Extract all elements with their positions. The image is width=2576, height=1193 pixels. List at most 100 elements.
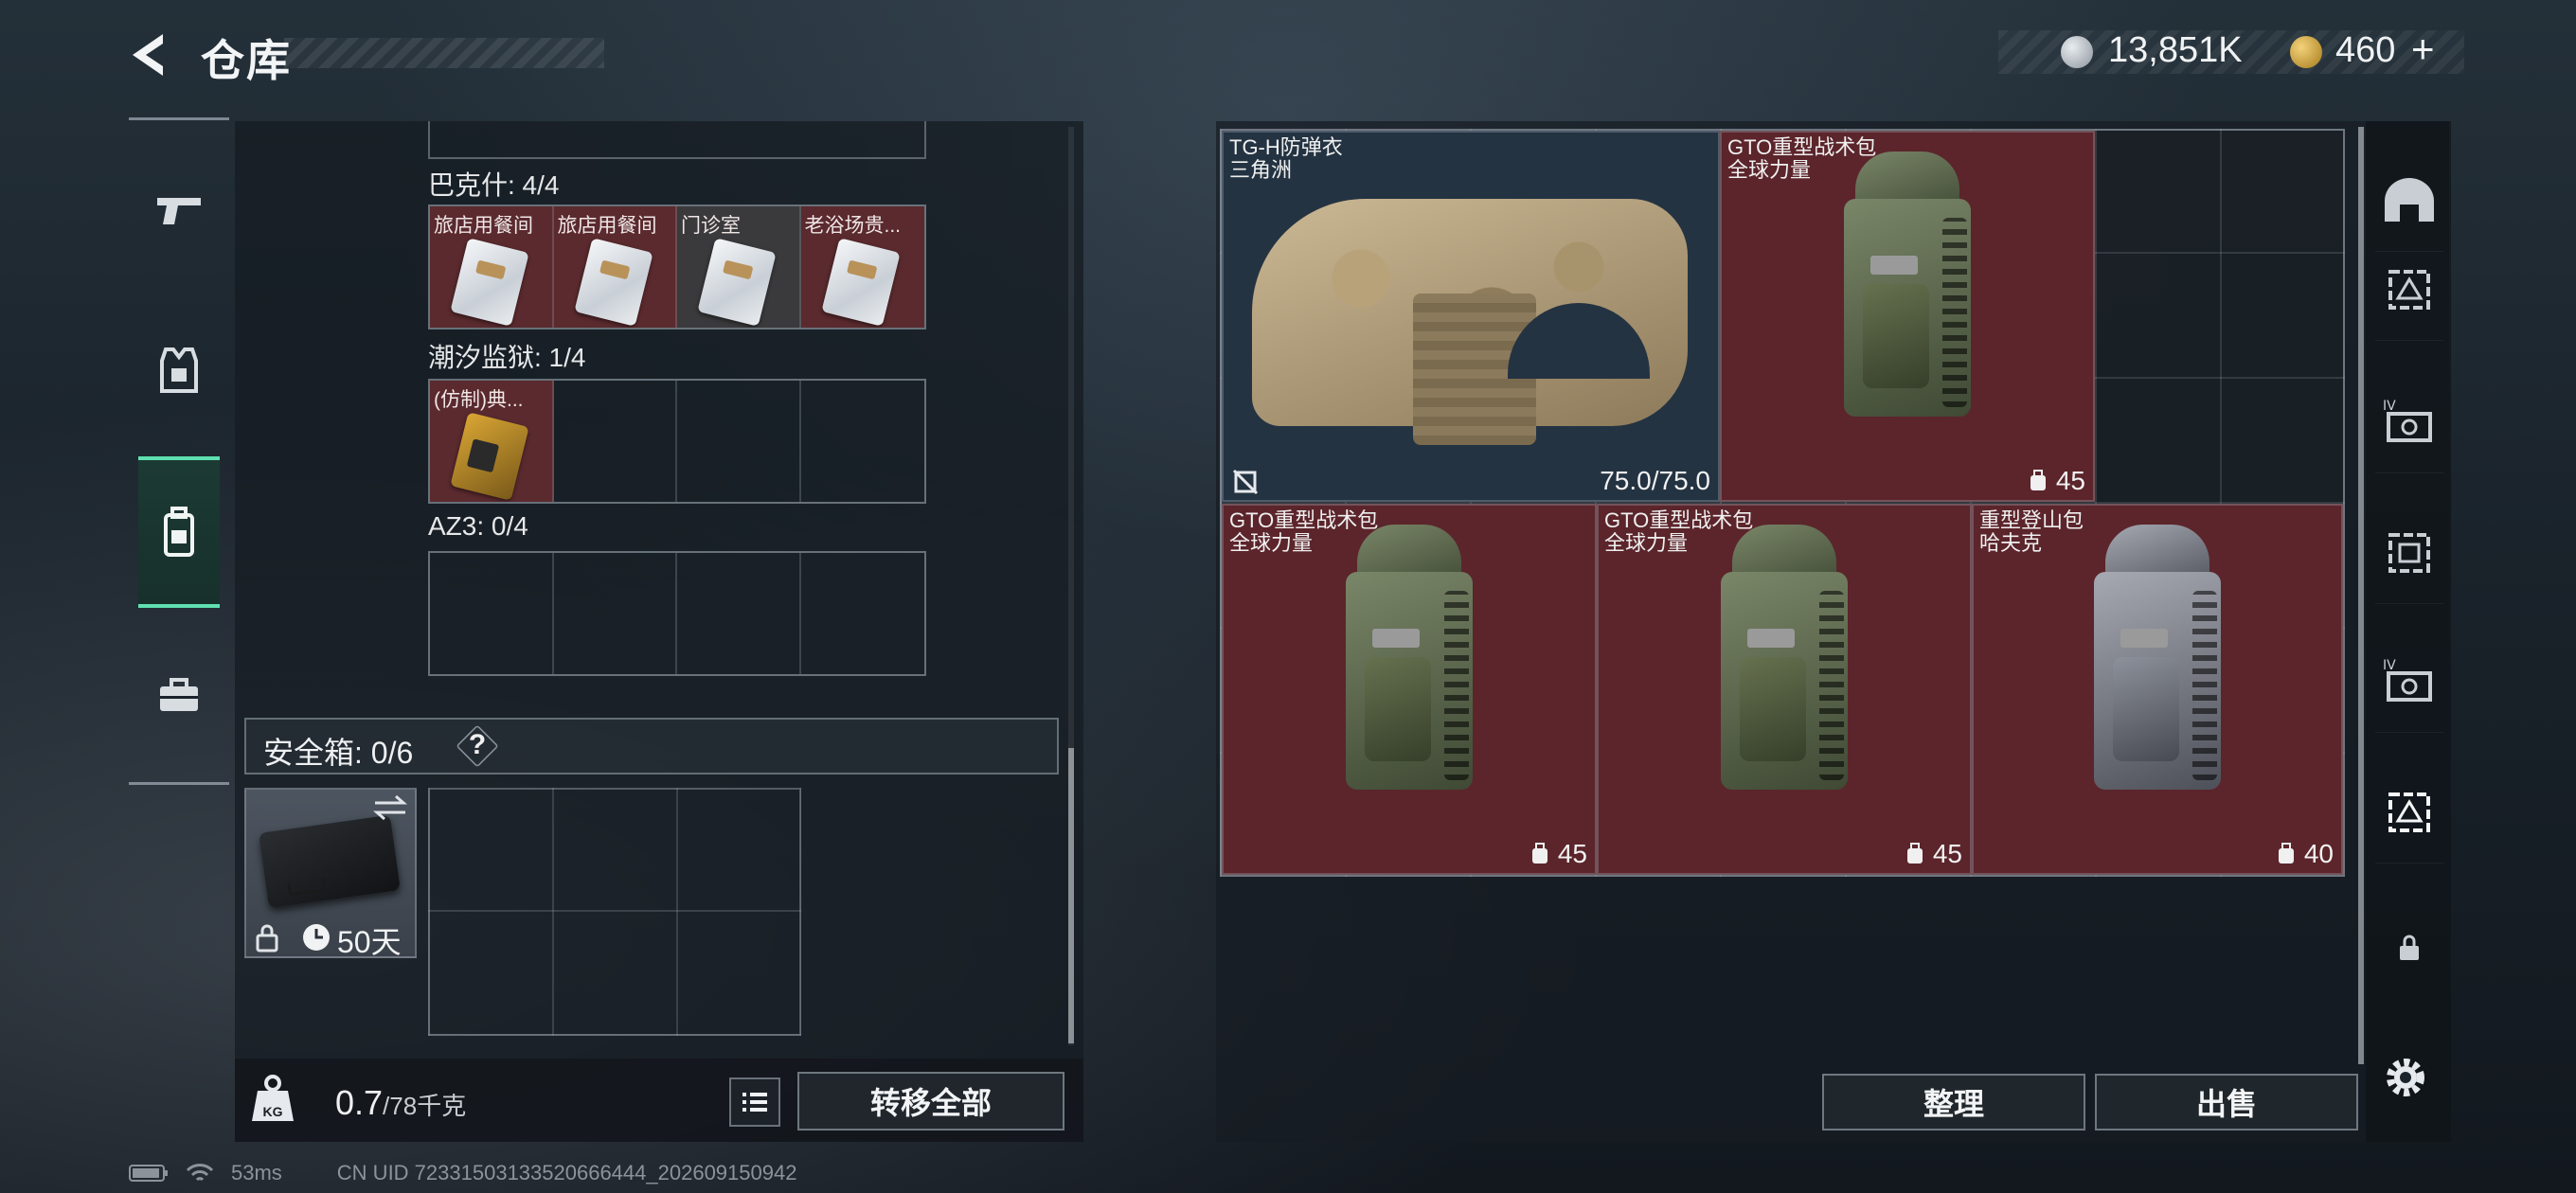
backpack-image <box>2086 525 2228 809</box>
help-button[interactable]: ? <box>466 729 489 761</box>
slot-chest-rig-iv-2[interactable]: IV <box>2375 629 2443 733</box>
armor-image <box>1252 199 1688 445</box>
no-repair-icon <box>1232 469 1259 495</box>
empty-key-slot[interactable] <box>554 381 677 502</box>
item-capacity: 40 <box>2303 839 2334 868</box>
keycard-image <box>820 238 901 327</box>
key-slot-row: (仿制)典... <box>428 379 926 504</box>
rail-item-case[interactable] <box>138 644 220 748</box>
rail-item-backpack[interactable] <box>138 456 220 608</box>
capacity-readout: 45 <box>1905 839 1962 869</box>
empty-key-slot[interactable] <box>677 553 801 674</box>
capacity-readout: 45 <box>2028 466 2085 496</box>
chest-rig-iv-icon-2: IV <box>2383 658 2432 702</box>
item-brand: 全球力量 <box>1229 531 1314 555</box>
item-brand: 三角洲 <box>1229 158 1293 182</box>
item-capacity: 45 <box>2055 466 2085 495</box>
safe-box-grid[interactable] <box>428 788 801 1036</box>
transfer-all-button[interactable]: 转移全部 <box>797 1072 1064 1131</box>
safe-box-title: 安全箱: 0/6 <box>263 736 414 770</box>
capacity-icon <box>1906 843 1923 864</box>
keycard-image <box>450 412 529 501</box>
item-name: GTO重型战术包 <box>1727 135 1877 159</box>
empty-key-slot[interactable] <box>801 381 925 502</box>
item-brand: 全球力量 <box>1727 158 1812 182</box>
slot-chest-rig[interactable] <box>2375 500 2443 604</box>
empty-key-slot[interactable] <box>430 553 554 674</box>
organize-button[interactable]: 整理 <box>1822 1074 2085 1131</box>
key-name: 老浴场贵... <box>804 215 902 237</box>
item-name: GTO重型战术包 <box>1229 508 1379 532</box>
uid-readout: CN UID 72331503133520666444_202609150942 <box>336 1161 797 1184</box>
item-name: TG-H防弹衣 <box>1229 135 1343 159</box>
item-backpack[interactable]: GTO重型战术包 全球力量 45 <box>1597 504 1972 875</box>
key-slot[interactable]: 老浴场贵... <box>800 206 924 328</box>
key-name: 旅店用餐间 <box>434 215 533 237</box>
keycard-image <box>697 238 777 327</box>
capacity-icon <box>2278 843 2294 864</box>
storage-scrollbar[interactable] <box>1068 748 1074 1043</box>
settings-button[interactable] <box>2379 1051 2432 1109</box>
vest-icon <box>160 347 198 393</box>
item-backpack[interactable]: GTO重型战术包 全球力量 45 <box>1222 504 1597 875</box>
rail-item-weapons[interactable] <box>138 157 220 261</box>
item-name-block: TG-H防弹衣 三角洲 <box>1229 136 1343 182</box>
key-row-cut <box>428 121 926 159</box>
battery-icon <box>129 1165 168 1182</box>
empty-key-slot[interactable] <box>801 553 925 674</box>
rail-item-armor[interactable] <box>138 318 220 422</box>
item-name-block: GTO重型战术包 全球力量 <box>1604 509 1753 555</box>
pistol-icon <box>157 198 201 224</box>
key-group-label: 潮汐监狱: 1/4 <box>428 343 586 372</box>
keycard-image <box>450 238 529 327</box>
item-name: 重型登山包 <box>1979 508 2084 532</box>
slot-chest-rig-iv[interactable]: IV <box>2375 369 2443 473</box>
key-name: 门诊室 <box>681 215 741 237</box>
gem-balance: 460 <box>2335 30 2396 70</box>
empty-key-slot[interactable] <box>554 553 677 674</box>
coin-balance: 13,851K <box>2108 30 2243 70</box>
list-view-button[interactable] <box>729 1077 780 1127</box>
rail-top-divider <box>129 117 229 120</box>
durability-readout: 75.0/75.0 <box>1600 466 1710 496</box>
key-slot[interactable]: 旅店用餐间 <box>553 206 677 328</box>
capacity-icon <box>2030 470 2046 490</box>
chest-rig-active-icon <box>2388 792 2430 832</box>
slot-armor[interactable] <box>2375 237 2443 341</box>
key-slot[interactable]: 旅店用餐间 <box>430 206 554 328</box>
gear-icon <box>2387 1059 2424 1096</box>
svg-text:IV: IV <box>2383 658 2396 673</box>
back-button[interactable] <box>125 28 178 81</box>
key-name: (仿制)典... <box>434 389 524 411</box>
backpack-icon <box>164 507 194 557</box>
weight-readout: 0.7/78千克 <box>335 1083 466 1123</box>
loadout-scrollbar[interactable] <box>2358 127 2364 1064</box>
item-capacity: 45 <box>1932 839 1962 868</box>
item-brand: 哈夫克 <box>1979 531 2043 555</box>
add-currency-button[interactable]: + <box>2411 27 2435 72</box>
weight-value: 0.7 <box>335 1083 384 1122</box>
safe-box-duration: 50天 <box>337 925 402 959</box>
sell-button[interactable]: 出售 <box>2095 1074 2358 1131</box>
slot-locked <box>2375 896 2443 1000</box>
list-icon <box>742 1093 767 1112</box>
weight-icon-label: KG <box>262 1104 283 1119</box>
item-name-block: 重型登山包 哈夫克 <box>1979 509 2084 555</box>
swap-icon[interactable] <box>371 793 409 822</box>
empty-key-slot[interactable] <box>677 381 801 502</box>
page-title: 仓库 <box>201 36 292 85</box>
key-slot-row: 旅店用餐间 旅店用餐间 门诊室 老浴场贵... <box>428 205 926 329</box>
key-slot[interactable]: (仿制)典... <box>430 381 554 502</box>
item-capacity: 45 <box>1557 839 1587 868</box>
briefcase-icon <box>160 678 198 711</box>
armor-slot-icon <box>2388 269 2430 310</box>
slot-chest-rig-active[interactable] <box>2375 759 2443 864</box>
capacity-readout: 45 <box>1530 839 1587 869</box>
item-brand: 全球力量 <box>1604 531 1689 555</box>
item-backpack[interactable]: 重型登山包 哈夫克 40 <box>1972 504 2343 875</box>
item-armor-vest[interactable]: TG-H防弹衣 三角洲 75.0/75.0 <box>1222 131 1720 502</box>
key-slot[interactable]: 门诊室 <box>677 206 801 328</box>
item-backpack[interactable]: GTO重型战术包 全球力量 45 <box>1720 131 2095 502</box>
backpack-image <box>1713 525 1855 809</box>
keycard-image <box>573 238 653 327</box>
